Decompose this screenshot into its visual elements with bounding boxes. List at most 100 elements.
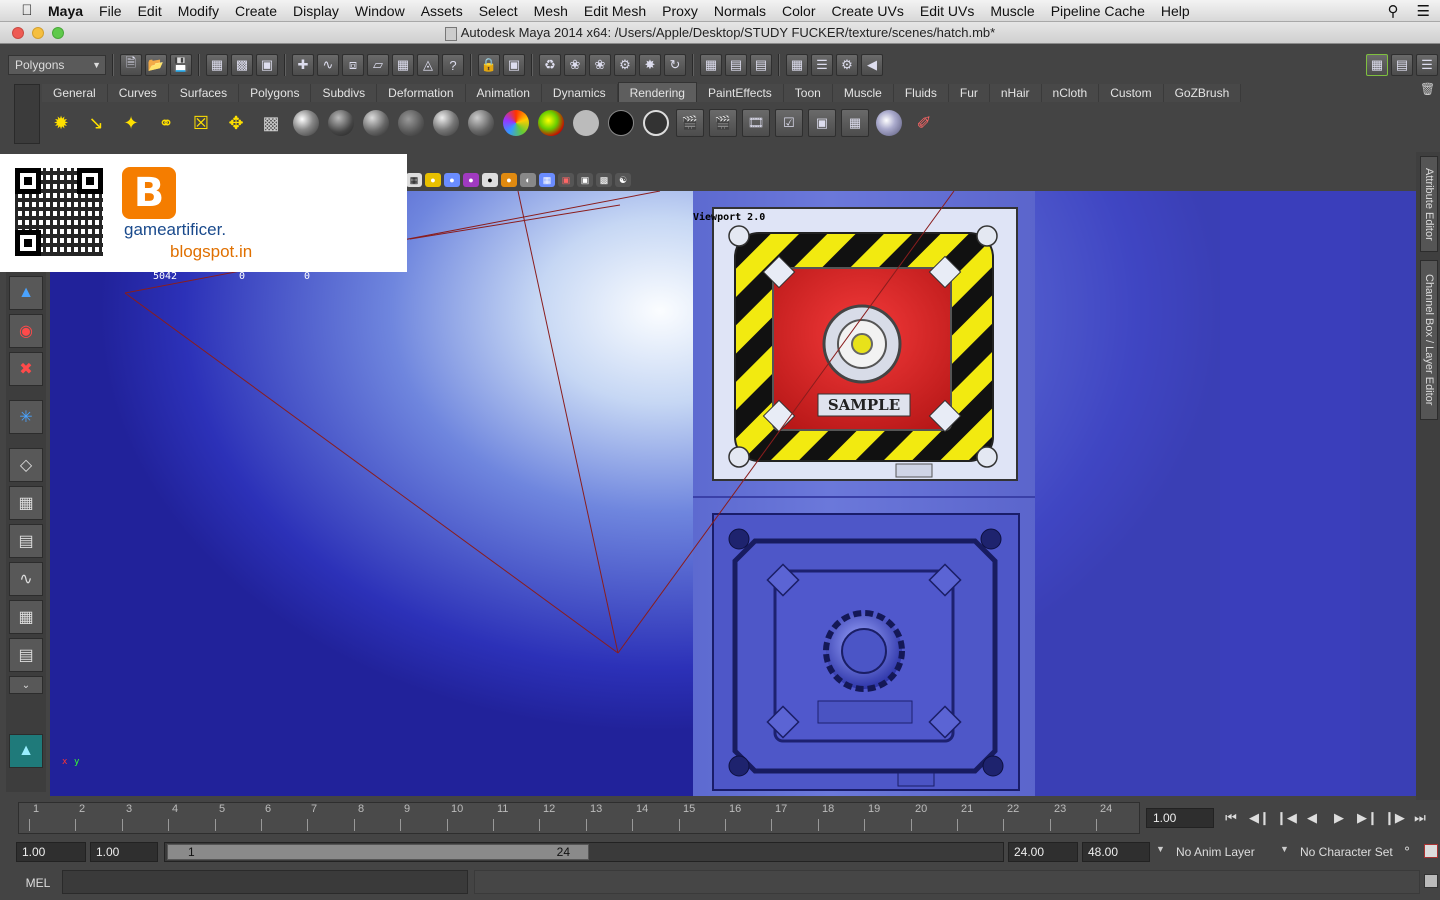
anisotropic-icon[interactable] — [326, 108, 356, 138]
tab-fluids[interactable]: Fluids — [893, 84, 949, 102]
tab-toon[interactable]: Toon — [783, 84, 833, 102]
input-line-icon[interactable]: ▦ — [700, 54, 722, 76]
notification-list-icon[interactable]: ☰ — [1417, 2, 1430, 20]
trash-icon[interactable]: 🗑 — [1420, 82, 1435, 98]
manipulator-tool-icon[interactable]: ✳ — [9, 400, 43, 434]
snap-plane-icon[interactable]: ▱ — [367, 54, 389, 76]
render-current-frame-icon[interactable]: 🎬 — [676, 109, 704, 137]
tab-deformation[interactable]: Deformation — [377, 84, 466, 102]
menu-help[interactable]: Help — [1153, 3, 1198, 19]
animation-end-field[interactable]: 48.00 — [1082, 842, 1150, 862]
command-input[interactable] — [62, 870, 468, 894]
use-default-lighting-icon[interactable]: ● — [425, 173, 441, 187]
menu-edit[interactable]: Edit — [130, 3, 170, 19]
lock-icon[interactable]: 🔒 — [478, 54, 500, 76]
wireframe-shaded-icon[interactable]: ▦ — [406, 173, 422, 187]
show-tool-settings-icon[interactable]: ▤ — [1391, 54, 1413, 76]
perspective-viewport[interactable]: SAMPLE Viewport 2.0 5042 0 0 x y — [50, 191, 1416, 796]
tab-fur[interactable]: Fur — [948, 84, 990, 102]
batch-render-icon[interactable]: 🎞 — [742, 109, 770, 137]
ipr-render-icon[interactable]: ❀ — [589, 54, 611, 76]
step-forward-key-button[interactable]: ❙▶ — [1384, 808, 1405, 828]
tab-painteffects[interactable]: PaintEffects — [696, 84, 784, 102]
command-language-label[interactable]: MEL — [16, 872, 60, 894]
maya-logo-icon[interactable]: ▲ — [9, 734, 43, 768]
step-forward-frame-button[interactable]: ▶❙ — [1357, 808, 1378, 828]
script-editor-icon[interactable] — [1424, 874, 1438, 888]
menu-edit-mesh[interactable]: Edit Mesh — [576, 3, 654, 19]
render-frame-icon[interactable]: ❀ — [564, 54, 586, 76]
render-settings-icon[interactable]: ⚙ — [614, 54, 636, 76]
minimize-window-button[interactable] — [32, 27, 44, 39]
channel-box-toggle-icon[interactable]: ◀ — [861, 54, 883, 76]
tab-custom[interactable]: Custom — [1099, 84, 1164, 102]
xray-icon[interactable]: ▣ — [577, 173, 593, 187]
snap-grid-icon[interactable]: ✚ — [292, 54, 314, 76]
menu-window[interactable]: Window — [347, 3, 413, 19]
anti-aliasing-icon[interactable]: ▦ — [539, 173, 555, 187]
animation-preferences-icon[interactable] — [1424, 844, 1438, 858]
spotlight-search-icon[interactable]: ⚲ — [1388, 2, 1399, 20]
tab-gozbrush[interactable]: GoZBrush — [1163, 84, 1242, 102]
step-back-frame-button[interactable]: ❙◀ — [1276, 808, 1297, 828]
show-channel-box-icon[interactable]: ☰ — [1416, 54, 1438, 76]
snap-curve-icon[interactable]: ∿ — [317, 54, 339, 76]
anim-layer-dropdown[interactable]: No Anim Layer — [1172, 842, 1284, 862]
render-view-icon[interactable]: ↻ — [664, 54, 686, 76]
menu-create[interactable]: Create — [227, 3, 285, 19]
construction-history-icon[interactable]: ♻ — [539, 54, 561, 76]
play-forwards-button[interactable]: ▶ — [1330, 808, 1348, 828]
area-light-icon[interactable]: ☒ — [186, 108, 216, 138]
xray-joints-icon[interactable]: ▩ — [596, 173, 612, 187]
ambient-light-icon[interactable]: ✹ — [46, 108, 76, 138]
ipr-render-current-icon[interactable]: 🎬 — [709, 109, 737, 137]
hypershade-layout-icon[interactable]: ▦ — [9, 600, 43, 634]
surface-shader-icon[interactable] — [571, 108, 601, 138]
current-frame-field[interactable]: 1.00 — [1146, 808, 1214, 828]
snap-view-icon[interactable]: ◬ — [417, 54, 439, 76]
range-slider-handle[interactable]: 1 24 — [167, 844, 589, 860]
select-object-icon[interactable]: ▩ — [231, 54, 253, 76]
menu-pipeline-cache[interactable]: Pipeline Cache — [1043, 3, 1153, 19]
menu-create-uvs[interactable]: Create UVs — [824, 3, 912, 19]
tab-ncloth[interactable]: nCloth — [1041, 84, 1100, 102]
animation-start-field[interactable]: 1.00 — [16, 842, 86, 862]
hypershade-shelf-icon[interactable]: ▣ — [808, 109, 836, 137]
paint-brush-icon[interactable]: ✐ — [909, 108, 939, 138]
menu-display[interactable]: Display — [285, 3, 347, 19]
outliner-persp-layout-icon[interactable]: ▤ — [9, 524, 43, 558]
step-back-key-button[interactable]: ◀❙ — [1249, 808, 1270, 828]
mental-ray-icon[interactable] — [874, 108, 904, 138]
new-scene-icon[interactable]: 🗎 — [120, 54, 142, 76]
use-background-icon[interactable] — [606, 108, 636, 138]
attribute-editor-tab[interactable]: Attribute Editor — [1420, 156, 1438, 252]
lambert-icon[interactable] — [396, 108, 426, 138]
menu-color[interactable]: Color — [774, 3, 823, 19]
show-attribute-editor-icon[interactable]: ▦ — [1366, 54, 1388, 76]
motion-blur-icon[interactable]: ◐ — [520, 173, 536, 187]
point-light-icon[interactable]: ✦ — [116, 108, 146, 138]
graph-editor-layout-icon[interactable]: ∿ — [9, 562, 43, 596]
playback-end-field[interactable]: 24.00 — [1008, 842, 1078, 862]
range-slider-track[interactable]: 1 24 — [164, 842, 1004, 862]
shadows-icon[interactable]: ● — [482, 173, 498, 187]
tab-animation[interactable]: Animation — [465, 84, 542, 102]
tab-subdivs[interactable]: Subdivs — [311, 84, 378, 102]
playback-toggle-icon[interactable]: ⚙ — [836, 54, 858, 76]
volume-light-icon[interactable]: ✥ — [221, 108, 251, 138]
hypershade-icon[interactable]: ✸ — [639, 54, 661, 76]
save-scene-icon[interactable]: 💾 — [170, 54, 192, 76]
phong-icon[interactable] — [431, 108, 461, 138]
outliner-graph-layout-icon[interactable]: ▤ — [9, 638, 43, 672]
menu-modify[interactable]: Modify — [170, 3, 227, 19]
tab-dynamics[interactable]: Dynamics — [541, 84, 618, 102]
gate-mask-icon[interactable]: ☯ — [615, 173, 631, 187]
help-icon[interactable]: ? — [442, 54, 464, 76]
apple-icon[interactable]:  — [14, 2, 40, 19]
channel-box-tab[interactable]: Channel Box / Layer Editor — [1420, 260, 1438, 420]
playback-start-field[interactable]: 1.00 — [90, 842, 158, 862]
zoom-window-button[interactable] — [52, 27, 64, 39]
character-set-dropdown[interactable]: No Character Set — [1296, 842, 1400, 862]
textured-icon[interactable]: ● — [444, 173, 460, 187]
ramp-shader-icon[interactable] — [501, 108, 531, 138]
